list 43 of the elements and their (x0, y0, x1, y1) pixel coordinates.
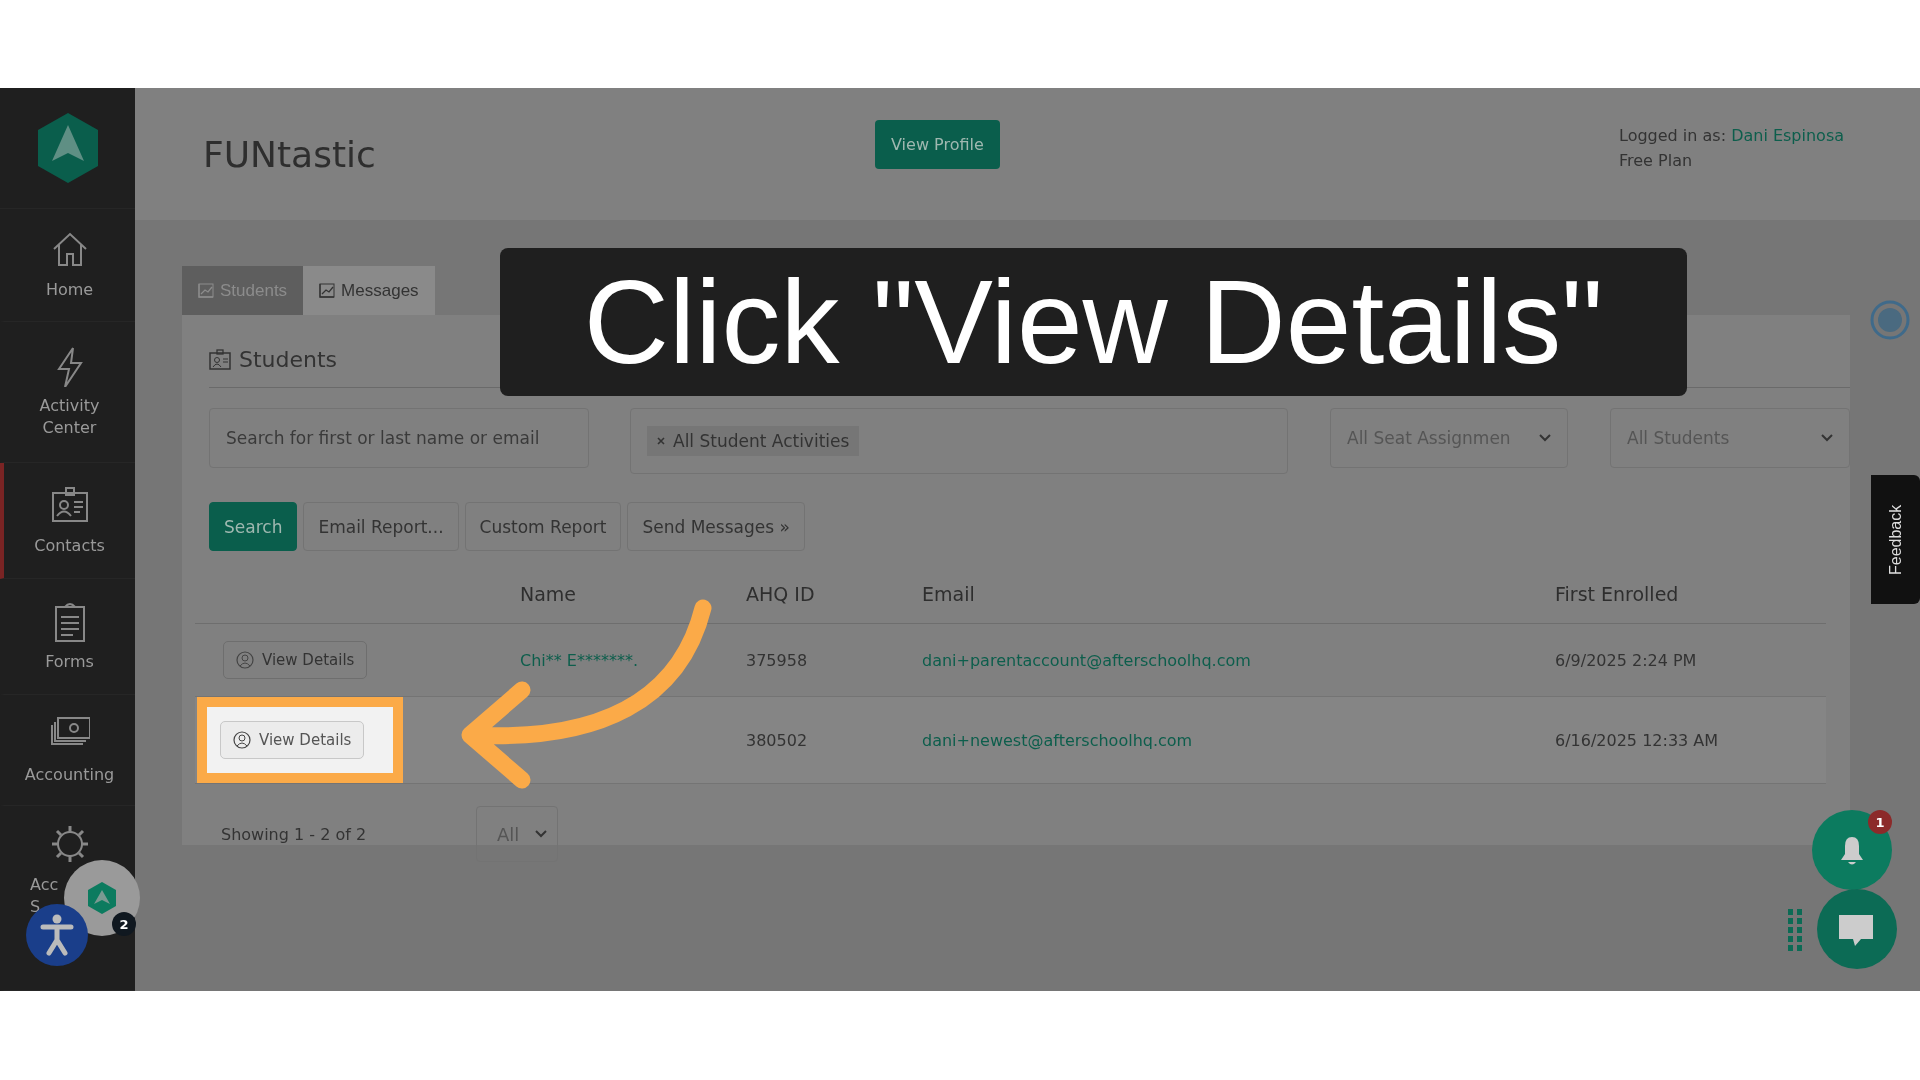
view-details-button[interactable]: View Details (223, 641, 368, 679)
id-card-icon (209, 348, 231, 370)
chart-icon (319, 283, 336, 298)
plan-label: Free Plan (1619, 151, 1693, 170)
date-cell: 6/16/2025 12:33 AM (1555, 730, 1719, 750)
user-link[interactable]: Dani Espinosa (1731, 126, 1845, 145)
search-field[interactable]: Search for first or last name or email (209, 408, 589, 468)
caret-icon (535, 830, 547, 838)
caret-icon (1821, 434, 1833, 442)
date-cell: 6/9/2025 2:24 PM (1555, 650, 1697, 670)
feedback-tab[interactable]: Feedback (1871, 475, 1920, 604)
filter-chip[interactable]: All Student Activities (647, 426, 860, 456)
column-header: First Enrolled (1555, 583, 1679, 605)
drag-handle-icon[interactable] (1788, 909, 1802, 951)
pagination-info: Showing 1 - 2 of 2 (221, 824, 368, 844)
logged-in-label: Logged in as: (1619, 126, 1727, 145)
person-icon (236, 651, 254, 669)
person-icon (233, 731, 251, 749)
tab[interactable]: Messages (303, 266, 435, 315)
page-title: FUNtastic (203, 133, 377, 175)
caret-icon (1539, 434, 1551, 442)
column-header: AHQ ID (746, 583, 815, 605)
activity-filter-field[interactable]: All Student Activities (630, 408, 1288, 474)
chat-button[interactable] (1817, 889, 1897, 969)
view-profile-button[interactable]: View Profile (875, 119, 1000, 169)
section-title: Students (239, 346, 338, 372)
table-row[interactable]: View Details 380502 dani+newest@afterschoolhq.com 6/16/2025 12:33 AM (195, 697, 1826, 784)
action-button[interactable]: Custom Report (464, 502, 622, 551)
id-cell: 375958 (746, 650, 808, 670)
email-link[interactable]: dani+parentaccount@afterschoolhq.com (922, 650, 1251, 670)
id-cell: 380502 (746, 730, 808, 750)
column-header: Name (520, 583, 577, 605)
student-name-link[interactable]: Chi** E*******. (520, 650, 639, 670)
action-button[interactable]: Search (209, 502, 298, 551)
view-details-button[interactable]: View Details (220, 721, 365, 759)
email-link[interactable]: dani+newest@afterschoolhq.com (922, 730, 1193, 750)
column-header: Email (922, 583, 975, 605)
notifications-button[interactable] (1812, 810, 1892, 890)
chart-icon (198, 283, 214, 298)
action-button[interactable]: Email Report... (303, 502, 459, 551)
action-button[interactable]: Send Messages » (627, 502, 805, 551)
instruction-banner: Click "View Details" (500, 248, 1687, 396)
remove-icon[interactable] (657, 437, 665, 445)
